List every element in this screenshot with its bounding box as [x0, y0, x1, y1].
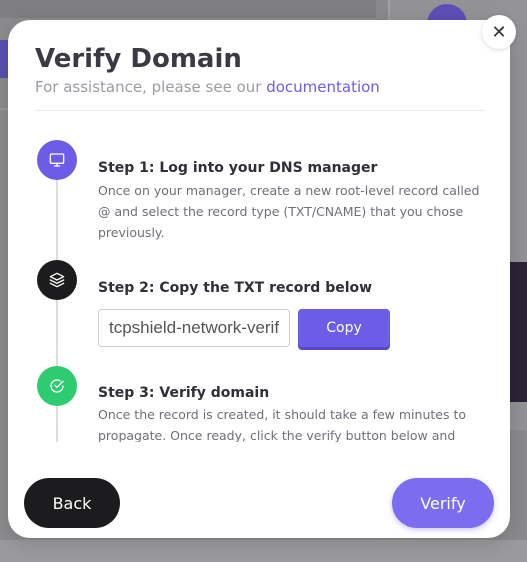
step-3-description: Once the record is created, it should ta… — [98, 407, 466, 442]
step-1-description: Once on your manager, create a new root-… — [98, 183, 480, 240]
txt-record-input[interactable] — [98, 309, 290, 347]
subtitle-text: For assistance, please see our — [35, 78, 262, 96]
steps-scroll-area[interactable]: Step 1: Log into your DNS manager Once o… — [8, 112, 510, 442]
verify-button[interactable]: Verify — [392, 478, 494, 528]
close-icon: ✕ — [491, 21, 507, 43]
close-button[interactable]: ✕ — [482, 15, 516, 49]
background-header — [0, 0, 376, 18]
background-footer — [0, 540, 527, 562]
modal-subtitle: For assistance, please see our documenta… — [35, 78, 380, 96]
header-divider — [35, 110, 485, 111]
monitor-icon — [37, 140, 77, 180]
check-circle-icon — [37, 366, 77, 406]
modal-title: Verify Domain — [35, 44, 242, 74]
back-button[interactable]: Back — [24, 478, 120, 528]
step-3-title: Step 3: Verify domain — [98, 385, 270, 401]
verify-domain-modal: Verify Domain For assistance, please see… — [8, 20, 510, 538]
documentation-link[interactable]: documentation — [266, 78, 380, 96]
layers-icon — [37, 260, 77, 300]
step-2-title: Step 2: Copy the TXT record below — [98, 280, 373, 296]
copy-button[interactable]: Copy — [298, 309, 390, 347]
step-1-title: Step 1: Log into your DNS manager — [98, 160, 378, 176]
